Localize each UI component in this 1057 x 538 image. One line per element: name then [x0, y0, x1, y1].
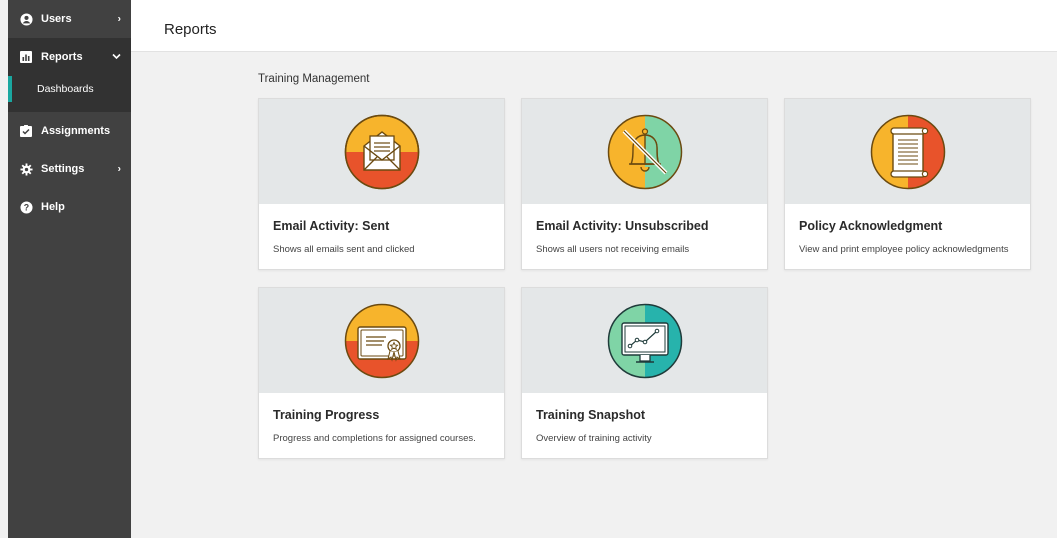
report-card-training-progress[interactable]: Training Progress Progress and completio… — [258, 287, 505, 459]
bar-chart-icon — [19, 50, 33, 64]
sidebar: Users › Reports Dashboards Assignments S… — [8, 0, 131, 538]
card-title: Training Snapshot — [536, 408, 646, 422]
sidebar-item-assignments[interactable]: Assignments — [8, 112, 131, 150]
help-icon: ? — [19, 200, 33, 214]
sidebar-item-label: Assignments — [41, 125, 111, 137]
card-title: Email Activity: Sent — [273, 219, 390, 233]
bell-muted-icon — [607, 114, 682, 189]
report-card-policy-acknowledgment[interactable]: Policy Acknowledgment View and print emp… — [784, 98, 1031, 270]
svg-text:?: ? — [23, 202, 28, 212]
card-description: Shows all emails sent and clicked — [273, 244, 415, 255]
page-header: Reports — [131, 0, 1057, 52]
chevron-right-icon: › — [117, 163, 121, 175]
user-circle-icon — [19, 12, 33, 26]
sidebar-item-reports[interactable]: Reports — [8, 38, 131, 76]
page-title: Reports — [164, 21, 217, 38]
chevron-right-icon: › — [117, 13, 121, 25]
card-description: View and print employee policy acknowled… — [799, 244, 1009, 255]
card-description: Progress and completions for assigned co… — [273, 433, 476, 444]
card-description: Overview of training activity — [536, 433, 652, 444]
gear-icon — [19, 162, 33, 176]
chevron-down-icon — [112, 52, 121, 63]
sidebar-subitem-label: Dashboards — [37, 83, 94, 95]
sidebar-subitem-dashboards[interactable]: Dashboards — [8, 76, 131, 102]
certificate-icon — [344, 303, 419, 378]
scroll-icon — [870, 114, 945, 189]
report-card-email-sent[interactable]: Email Activity: Sent Shows all emails se… — [258, 98, 505, 270]
card-banner — [259, 99, 504, 204]
sidebar-item-users[interactable]: Users › — [8, 0, 131, 38]
card-title: Email Activity: Unsubscribed — [536, 219, 709, 233]
envelope-icon — [344, 114, 419, 189]
card-banner — [259, 288, 504, 393]
reports-group: Reports Dashboards — [8, 38, 131, 112]
sidebar-item-settings[interactable]: Settings › — [8, 150, 131, 188]
sidebar-item-label: Help — [41, 201, 65, 213]
sidebar-item-label: Users — [41, 13, 72, 25]
card-title: Training Progress — [273, 408, 380, 422]
report-card-email-unsubscribed[interactable]: Email Activity: Unsubscribed Shows all u… — [521, 98, 768, 270]
checklist-icon — [19, 124, 33, 138]
card-description: Shows all users not receiving emails — [536, 244, 690, 255]
card-banner — [785, 99, 1030, 204]
section-title: Training Management — [258, 73, 370, 85]
report-card-training-snapshot[interactable]: Training Snapshot Overview of training a… — [521, 287, 768, 459]
sidebar-item-label: Settings — [41, 163, 85, 175]
monitor-chart-icon — [607, 303, 682, 378]
sidebar-item-label: Reports — [41, 51, 83, 63]
card-title: Policy Acknowledgment — [799, 219, 943, 233]
card-banner — [522, 288, 767, 393]
card-banner — [522, 99, 767, 204]
sidebar-item-help[interactable]: ? Help — [8, 188, 131, 226]
